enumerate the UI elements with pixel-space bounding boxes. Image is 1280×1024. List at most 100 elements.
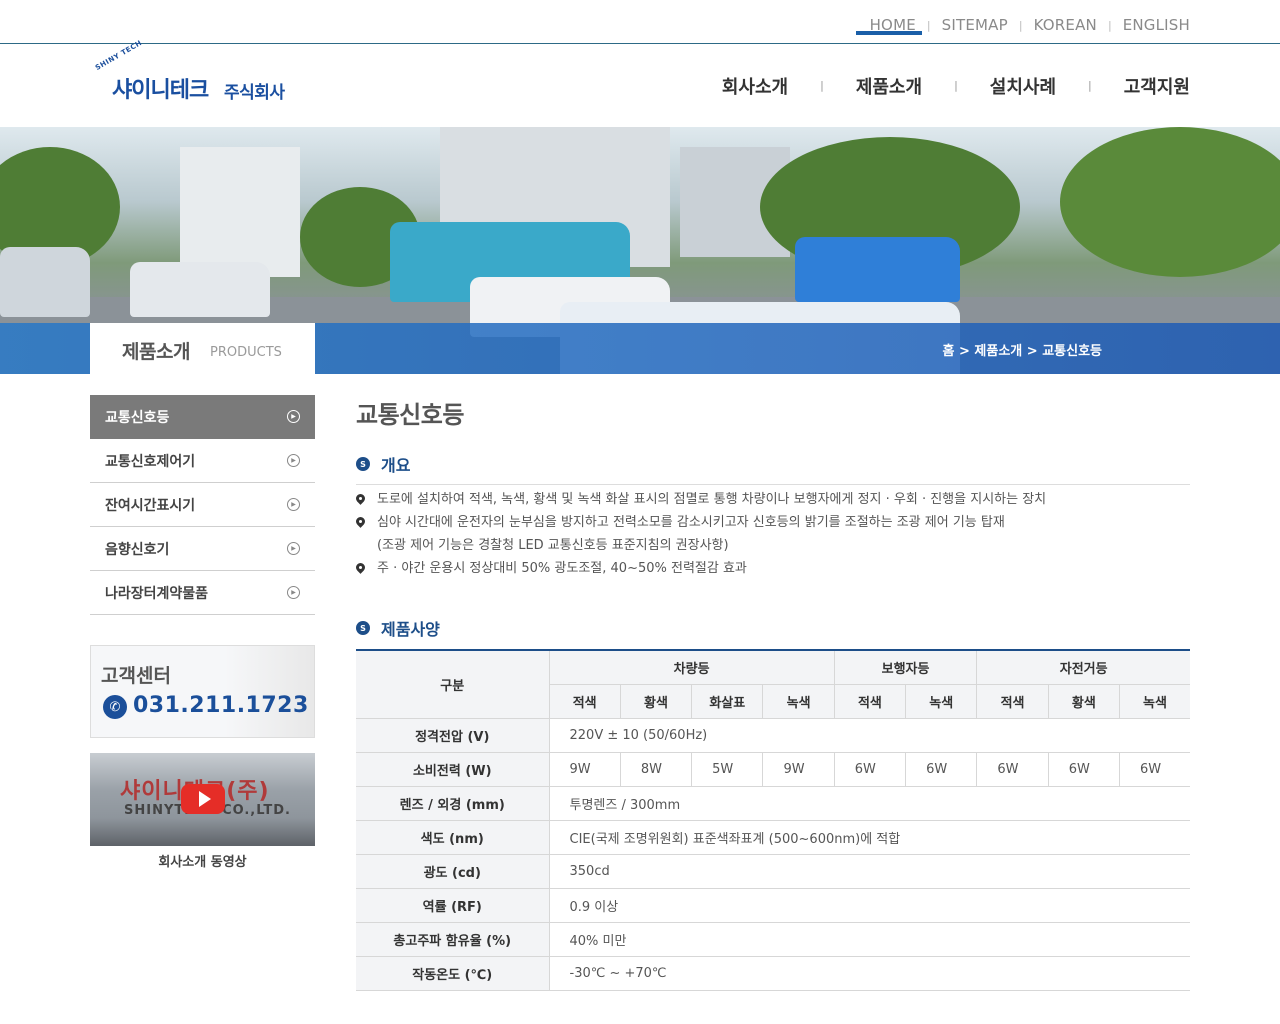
table-row: 렌즈 / 외경 (mm) 투명렌즈 / 300mm [356,786,1190,821]
logo-main-text: 샤이니테크 [112,78,209,103]
row-label: 역률 (RF) [356,888,549,923]
logo-sub-text: 주식회사 [224,83,285,103]
banner-car [0,247,90,317]
side-navigation: 교통신호등 ▶ 교통신호제어기 ▶ 잔여시간표시기 ▶ 음향신호기 ▶ 나라장터… [90,395,315,615]
chevron-right-circle-icon: ▶ [287,498,300,511]
list-item: 주 · 야간 운용시 정상대비 50% 광도조절, 40~50% 전력절감 효과 [356,557,1190,580]
section-title-en: PRODUCTS [210,345,282,360]
table-row: 광도 (cd) 350cd [356,854,1190,889]
row-value: 5W [691,752,763,787]
table-header-group: 보행자등 [833,650,977,685]
chevron-right-circle-icon: ▶ [287,410,300,423]
page-title: 교통신호등 [356,401,464,429]
phone-icon: ✆ [103,695,127,719]
table-header-cell: 화살표 [691,684,763,719]
chevron-right-circle-icon: ▶ [287,454,300,467]
table-header-cell: 적색 [976,684,1049,719]
row-label: 총고주파 함유율 (%) [356,922,549,957]
row-value: 220V ± 10 (50/60Hz) [548,718,1190,753]
map-pin-icon [356,494,365,506]
section-title: 제품소개 [122,341,190,363]
video-caption: 회사소개 동영상 [158,855,247,870]
util-link-english[interactable]: ENGLISH [1123,16,1190,34]
side-item-traffic-light[interactable]: 교통신호등 ▶ [90,395,315,439]
table-header-cell: 적색 [548,684,621,719]
overview-note: (조광 제어 기능은 경찰청 LED 교통신호등 표준지침의 권장사항) [377,538,729,553]
side-item-label: 교통신호제어기 [105,453,196,470]
customer-center-title: 고객센터 [101,665,171,687]
row-value: 9W [762,752,835,787]
table-header-row: 구분 차량등 보행자등 자전거등 [356,650,1190,719]
nav-separator: | [820,79,824,92]
row-label: 렌즈 / 외경 (mm) [356,786,549,821]
row-value: 6W [833,752,906,787]
chevron-right-circle-icon: ▶ [287,586,300,599]
table-header-cell: 녹색 [1119,684,1190,719]
table-header-group: 차량등 [548,650,835,685]
utility-bar: HOME | SITEMAP | KOREAN | ENGLISH [0,0,1280,44]
customer-center-box[interactable]: 고객센터 ✆ 031.211.1723 [90,645,315,738]
row-value: 9W [548,752,621,787]
main-content: 교통신호등 S 개요 도로에 설치하여 적색, 녹색, 황색 및 녹색 화살 표… [356,395,1190,991]
header: SHINY TECH 샤이니테크 주식회사 회사소개 | 제품소개 | 설치사례… [0,30,1280,127]
row-value: 0.9 이상 [548,888,1190,923]
row-label: 정격전압 (V) [356,718,549,753]
row-value: 350cd [548,854,1190,889]
row-value: 6W [905,752,977,787]
side-item-label: 음향신호기 [105,541,170,558]
nav-item-company[interactable]: 회사소개 [722,73,788,99]
nav-separator: | [954,79,958,92]
util-link-sitemap[interactable]: SITEMAP [942,16,1008,34]
table-header-cell: 황색 [619,684,692,719]
main-navigation: 회사소개 | 제품소개 | 설치사례 | 고객지원 [722,30,1190,127]
overview-list: 도로에 설치하여 적색, 녹색, 황색 및 녹색 화살 표시의 점멸로 통행 차… [356,484,1190,580]
overview-text: 주 · 야간 운용시 정상대비 50% 광도조절, 40~50% 전력절감 효과 [377,561,747,576]
side-item-procurement[interactable]: 나라장터계약물품 ▶ [90,571,315,615]
sub-visual-banner: 제품소개 PRODUCTS 홈 > 제품소개 > 교통신호등 [0,127,1280,374]
banner-bus [795,237,960,302]
logo-arc-text: SHINY TECH [94,38,144,72]
spec-heading: S 제품사양 [356,617,440,639]
util-separator: | [1107,18,1112,32]
row-value: -30℃ ~ +70℃ [548,956,1190,991]
row-value: 6W [1119,752,1190,787]
row-label: 소비전력 (W) [356,752,549,787]
overview-text: 도로에 설치하여 적색, 녹색, 황색 및 녹색 화살 표시의 점멸로 통행 차… [377,492,1047,507]
list-item: 심야 시간대에 운전자의 눈부심을 방지하고 전력소모를 감소시키고자 신호등의… [356,511,1190,534]
overview-text: 심야 시간대에 운전자의 눈부심을 방지하고 전력소모를 감소시키고자 신호등의… [377,515,1005,530]
chevron-right-circle-icon: ▶ [287,542,300,555]
side-item-label: 잔여시간표시기 [105,497,196,514]
row-value: 40% 미만 [548,922,1190,957]
row-label: 작동온도 (℃) [356,956,549,991]
table-header-corner: 구분 [356,650,549,719]
nav-item-support[interactable]: 고객지원 [1124,73,1190,99]
table-header-group: 자전거등 [976,650,1190,685]
row-label: 색도 (nm) [356,820,549,855]
youtube-play-icon[interactable] [181,784,225,814]
table-header-cell: 황색 [1047,684,1120,719]
section-bullet-icon: S [356,621,370,635]
side-item-audio-signal[interactable]: 음향신호기 ▶ [90,527,315,571]
map-pin-icon [356,563,365,575]
nav-separator: | [1088,79,1092,92]
side-item-signal-controller[interactable]: 교통신호제어기 ▶ [90,439,315,483]
table-header-cell: 적색 [833,684,906,719]
table-header-cell: 녹색 [905,684,977,719]
util-link-korean[interactable]: KOREAN [1034,16,1097,34]
table-row: 정격전압 (V) 220V ± 10 (50/60Hz) [356,718,1190,753]
side-item-countdown-display[interactable]: 잔여시간표시기 ▶ [90,483,315,527]
company-video-thumbnail[interactable]: 샤이니테크(주) SHINYTECH CO.,LTD. [90,753,315,846]
section-bullet-icon: S [356,457,370,471]
table-row: 역률 (RF) 0.9 이상 [356,888,1190,923]
nav-item-products[interactable]: 제품소개 [855,30,923,99]
table-row: 소비전력 (W) 9W 8W 5W 9W 6W 6W 6W 6W 6W [356,752,1190,787]
row-value: 6W [1047,752,1120,787]
row-value: 투명렌즈 / 300mm [548,786,1190,821]
spec-table: 구분 차량등 보행자등 자전거등 적색 황색 화살표 녹색 적색 녹색 적색 황… [356,649,1190,991]
side-item-label: 나라장터계약물품 [105,585,209,602]
breadcrumb: 홈 > 제품소개 > 교통신호등 [942,344,1103,359]
company-logo[interactable]: SHINY TECH 샤이니테크 주식회사 [94,39,298,106]
nav-item-installations[interactable]: 설치사례 [990,73,1056,99]
overview-heading: S 개요 [356,453,410,475]
table-row: 총고주파 함유율 (%) 40% 미만 [356,922,1190,957]
